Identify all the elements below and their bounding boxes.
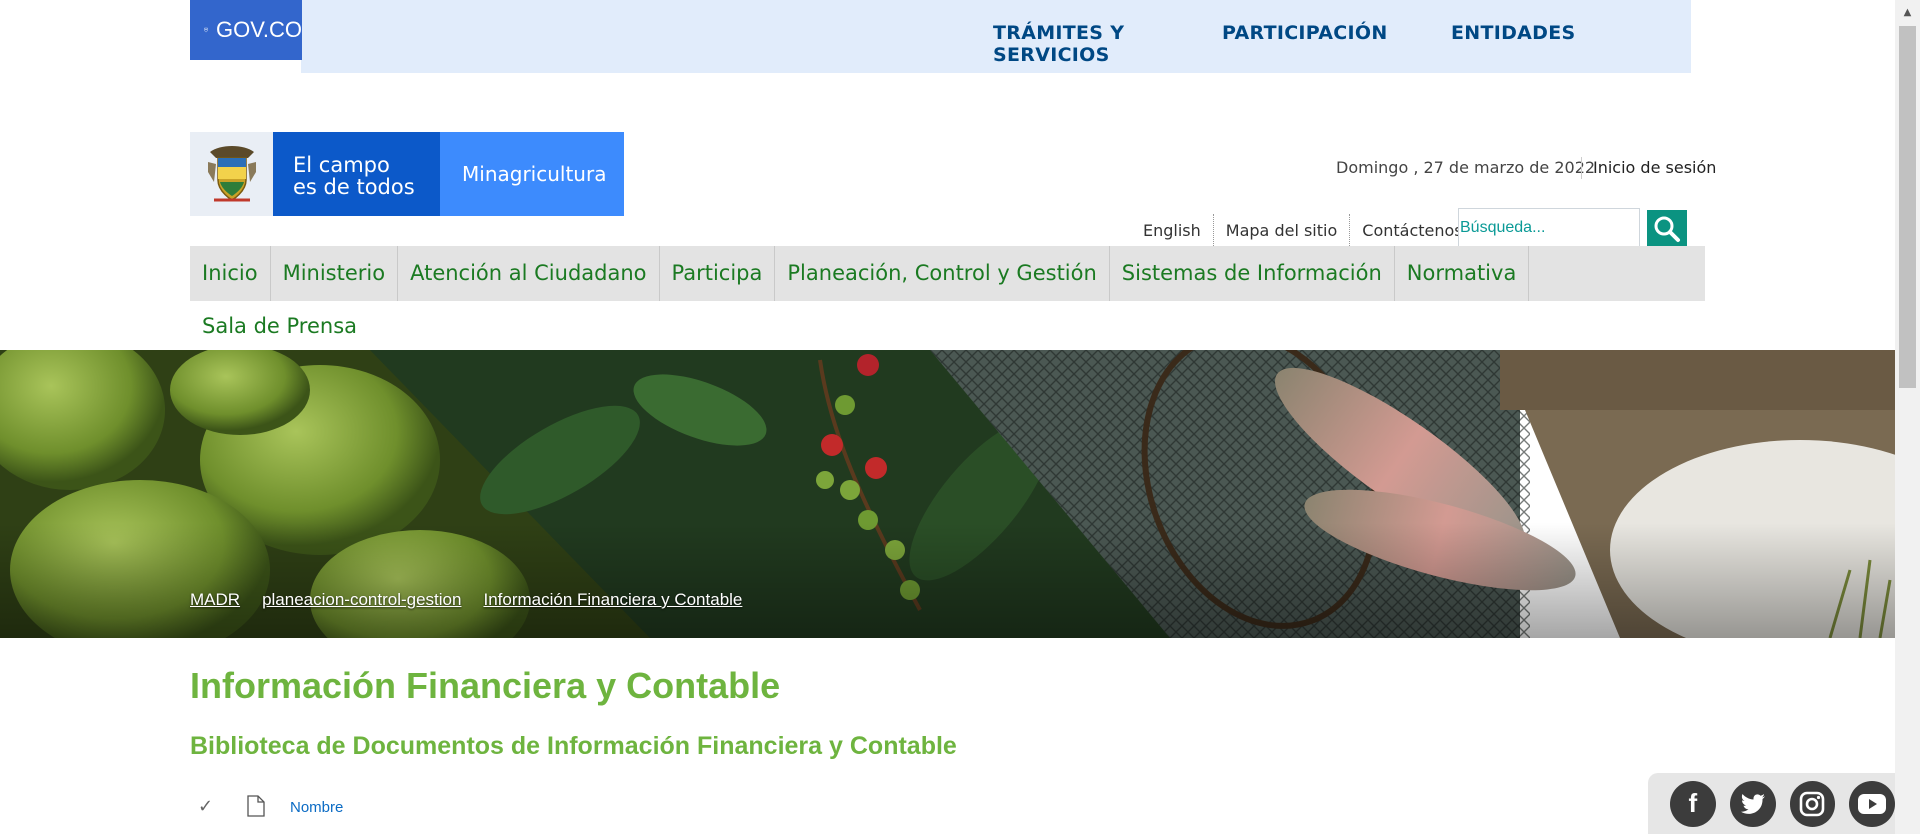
nav-item-planeacion[interactable]: Planeación, Control y Gestión: [775, 246, 1110, 301]
colombia-shield-icon: [204, 27, 208, 33]
sitemap-link[interactable]: Mapa del sitio: [1214, 214, 1351, 248]
contact-link[interactable]: Contáctenos: [1350, 214, 1474, 248]
gov-link-participacion[interactable]: PARTICIPACIÓN: [1222, 22, 1388, 44]
gov-link-entidades[interactable]: ENTIDADES: [1451, 22, 1576, 44]
nav-item-sistemas[interactable]: Sistemas de Información: [1110, 246, 1395, 301]
nav-item-participa[interactable]: Participa: [660, 246, 776, 301]
instagram-glyph-icon: [1800, 791, 1825, 816]
library-title: Biblioteca de Documentos de Información …: [190, 732, 957, 760]
crest-icon: [190, 132, 273, 216]
facebook-icon[interactable]: f: [1670, 780, 1716, 827]
logo-campo-text: El campo es de todos: [273, 132, 440, 216]
youtube-play-icon: [1858, 793, 1887, 814]
breadcrumb: MADR planeacion-control-gestion Informac…: [190, 590, 764, 610]
column-header-nombre[interactable]: Nombre: [290, 799, 343, 816]
page: TRÁMITES Y SERVICIOS PARTICIPACIÓN ENTID…: [0, 0, 1920, 834]
scrollbar-thumb[interactable]: [1899, 26, 1916, 388]
twitter-bird-icon: [1740, 793, 1765, 814]
login-link[interactable]: Inicio de sesión: [1593, 158, 1716, 177]
search-button[interactable]: [1647, 210, 1687, 247]
document-type-icon: [247, 795, 265, 817]
ministry-logo[interactable]: El campo es de todos Minagricultura: [190, 132, 624, 216]
breadcrumb-madr[interactable]: MADR: [190, 590, 240, 610]
nav-item-sala-prensa[interactable]: Sala de Prensa: [190, 301, 357, 351]
nav-item-normativa[interactable]: Normativa: [1395, 246, 1530, 301]
logo-line-1: El campo: [293, 153, 390, 177]
vertical-scrollbar[interactable]: ▲: [1895, 0, 1920, 834]
divider: [1581, 157, 1582, 179]
gov-top-bar: TRÁMITES Y SERVICIOS PARTICIPACIÓN ENTID…: [301, 0, 1691, 73]
nav-item-inicio[interactable]: Inicio: [190, 246, 271, 301]
select-all-check-icon[interactable]: ✓: [198, 796, 213, 817]
main-nav: Inicio Ministerio Atención al Ciudadano …: [190, 246, 1705, 301]
twitter-icon[interactable]: [1729, 780, 1776, 827]
instagram-icon[interactable]: [1789, 780, 1836, 827]
page-title: Información Financiera y Contable: [190, 665, 781, 706]
social-links: f: [1648, 773, 1895, 834]
logo-ministry-name: Minagricultura: [440, 132, 624, 216]
search-icon: [1654, 216, 1680, 242]
hero-banner: MADR planeacion-control-gestion Informac…: [0, 350, 1895, 638]
current-date: Domingo , 27 de marzo de 2022: [1336, 158, 1596, 177]
breadcrumb-planeacion[interactable]: planeacion-control-gestion: [262, 590, 461, 610]
youtube-icon[interactable]: [1849, 780, 1895, 827]
nav-item-atencion[interactable]: Atención al Ciudadano: [398, 246, 660, 301]
english-link[interactable]: English: [1131, 214, 1214, 248]
nav-item-ministerio[interactable]: Ministerio: [271, 246, 399, 301]
gov-link-tramites[interactable]: TRÁMITES Y SERVICIOS: [993, 22, 1133, 66]
logo-line-2: es de todos: [293, 175, 415, 199]
gov-co-logo[interactable]: GOV.CO: [190, 0, 302, 60]
search-input[interactable]: [1458, 208, 1640, 248]
scroll-up-arrow-icon[interactable]: ▲: [1895, 0, 1920, 25]
breadcrumb-current[interactable]: Información Financiera y Contable: [483, 590, 742, 610]
gov-co-label: GOV.CO: [216, 17, 302, 42]
utility-links: English Mapa del sitio Contáctenos: [1131, 214, 1475, 248]
